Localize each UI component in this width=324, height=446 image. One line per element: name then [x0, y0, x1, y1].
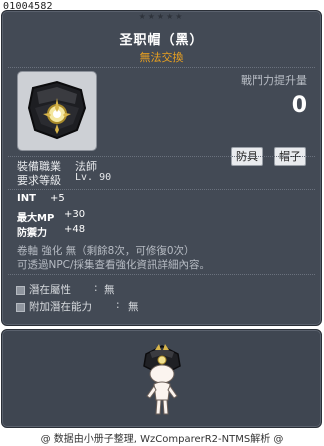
upgrade-note: 卷軸 強化 無（剩餘8次，可修復0次） — [17, 245, 195, 257]
stat-def-label: 防禦力 — [17, 228, 47, 239]
stat-mp-value: +30 — [64, 209, 86, 220]
additional-potential-row: 附加潛在能力 : 無 — [16, 299, 139, 314]
trade-status: 無法交換 — [139, 51, 184, 64]
potential-row: 潛在屬性 : 無 — [16, 282, 115, 297]
stat-mp-row: 最大MP +30 — [17, 209, 85, 224]
item-icon-frame — [17, 71, 97, 151]
divider — [8, 67, 315, 68]
item-name: 圣职帽（黑） — [119, 33, 204, 48]
potential-value: 無 — [104, 284, 115, 296]
stat-int-label: INT — [17, 193, 36, 204]
req-level-row: 要求等級 Lv. 90 — [17, 172, 111, 188]
divider — [8, 274, 315, 275]
req-level-value: Lv. 90 — [75, 172, 112, 183]
additional-potential-colon: : — [116, 299, 120, 311]
upgrade-info-note: 可透過NPC/採集查看強化資訊詳細內容。 — [17, 259, 211, 271]
footer-credit: @ 数据由小册子整理, WzComparerR2-NTMS解析 @ — [40, 434, 284, 445]
black-clergy-hat-icon — [27, 80, 87, 140]
req-level-label: 要求等級 — [17, 174, 61, 187]
potential-label: 潛在屬性 — [29, 284, 71, 296]
star-rating: ★★★★★ — [138, 12, 185, 21]
stat-int-row: INT +5 — [17, 193, 65, 204]
divider — [8, 156, 315, 157]
stat-mp-label: 最大MP — [17, 213, 55, 224]
combat-power-value: 0 — [291, 93, 307, 118]
additional-potential-label: 附加潛在能力 — [29, 301, 92, 313]
stat-def-row: 防禦力 +48 — [17, 224, 85, 239]
combat-power-label: 戰鬥力提升量 — [241, 74, 307, 87]
stat-def-value: +48 — [64, 224, 86, 235]
character-preview-panel — [1, 329, 322, 428]
potential-colon: : — [94, 282, 98, 294]
divider — [8, 189, 315, 190]
character-preview-icon — [143, 344, 181, 415]
item-tooltip-card: ★★★★★ 圣职帽（黑） 無法交換 戰鬥力提升量 0 防具 帽子 裝備職業 法師… — [1, 10, 322, 326]
additional-potential-bullet-icon — [16, 302, 25, 312]
stat-int-value: +5 — [50, 193, 65, 204]
additional-potential-value: 無 — [128, 301, 139, 313]
potential-bullet-icon — [16, 285, 25, 295]
